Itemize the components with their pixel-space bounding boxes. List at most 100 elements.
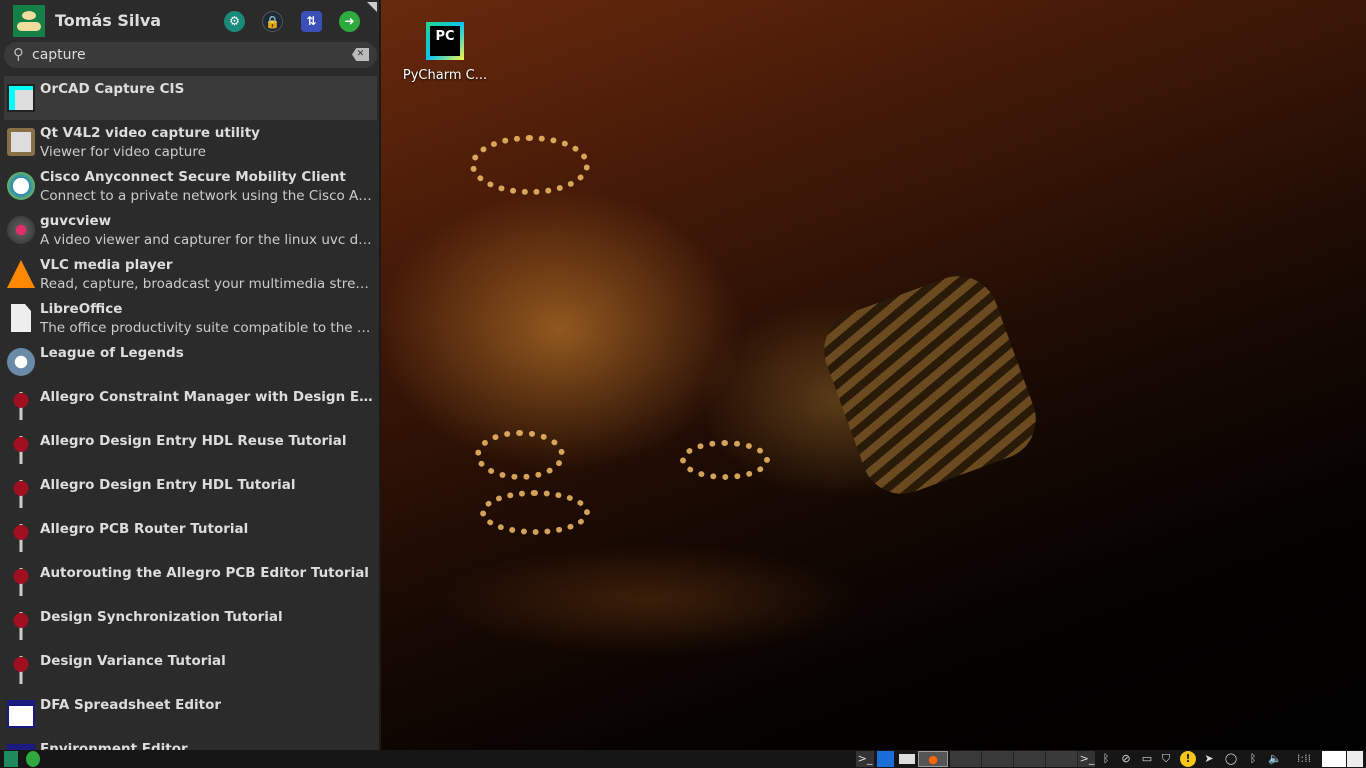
wine-icon <box>7 656 35 684</box>
wine-icon <box>7 612 35 640</box>
shield-icon[interactable]: ⛉ <box>1159 751 1173 767</box>
result-description: Viewer for video capture <box>40 144 206 160</box>
search-input[interactable]: ⚲ capture ✕ <box>4 42 377 68</box>
display-icon[interactable]: ▭ <box>1140 751 1154 767</box>
search-result-item[interactable]: guvcview A video viewer and capturer for … <box>4 208 377 252</box>
search-result-item[interactable]: DFA Spreadsheet Editor <box>4 692 377 736</box>
result-title: OrCAD Capture CIS <box>40 81 185 97</box>
logout-button[interactable]: ➜ <box>339 11 360 32</box>
workspace-switcher[interactable] <box>950 751 1080 767</box>
document-icon <box>11 304 31 332</box>
result-title: guvcview <box>40 213 112 229</box>
settings-button[interactable]: ⚙ <box>224 11 245 32</box>
taskbar: >_ ● >_ ᛒ ⊘ ▭ ⛉ ! ➤ ◯ ᛒ 🔈 ⁞:⁞⁞ <box>0 750 1366 768</box>
search-result-item[interactable]: League of Legends <box>4 340 377 384</box>
result-description: The office productivity suite compatible… <box>40 320 375 336</box>
result-title: Allegro Design Entry HDL Tutorial <box>40 477 296 493</box>
search-result-item[interactable]: Environment Editor <box>4 736 377 750</box>
menu-header: Tomás Silva ⚙ 🔒 ⇅ ➜ <box>0 0 379 42</box>
start-menu-button[interactable] <box>4 751 18 767</box>
firefox-task[interactable]: ● <box>918 751 948 767</box>
result-title: League of Legends <box>40 345 184 361</box>
wallpaper-decoration <box>470 135 590 195</box>
result-description: A video viewer and capturer for the linu… <box>40 232 375 248</box>
result-title: Allegro Design Entry HDL Reuse Tutorial <box>40 433 347 449</box>
result-title: Autorouting the Allegro PCB Editor Tutor… <box>40 565 369 581</box>
qv4l2-icon <box>7 128 35 156</box>
file-manager-icon[interactable] <box>877 751 894 767</box>
result-title: Allegro Constraint Manager with Design E… <box>40 389 375 405</box>
search-result-item[interactable]: Allegro Design Entry HDL Reuse Tutorial <box>4 428 377 472</box>
clear-search-icon[interactable]: ✕ <box>352 48 369 61</box>
result-description: Read, capture, broadcast your multimedia… <box>40 276 375 292</box>
terminal-launcher[interactable]: >_ <box>856 751 874 767</box>
cisco-icon <box>7 172 35 200</box>
result-title: LibreOffice <box>40 301 123 317</box>
wallpaper-decoration <box>812 264 1048 506</box>
dfa-icon <box>7 700 35 728</box>
user-name: Tomás Silva <box>55 11 162 30</box>
wine-icon <box>7 568 35 596</box>
logout-launcher-icon[interactable] <box>26 751 40 767</box>
logout-icon: ➜ <box>344 14 355 28</box>
mail-icon[interactable] <box>899 754 915 764</box>
search-result-item[interactable]: Qt V4L2 video capture utility Viewer for … <box>4 120 377 164</box>
show-desktop-button[interactable] <box>1347 751 1363 767</box>
wrench-icon: ⚙ <box>229 14 240 28</box>
bluetooth-icon[interactable]: ᛒ <box>1247 751 1259 767</box>
vlc-icon <box>7 260 35 288</box>
search-result-item[interactable]: Allegro Design Entry HDL Tutorial <box>4 472 377 516</box>
result-title: VLC media player <box>40 257 173 273</box>
avatar[interactable] <box>13 5 45 37</box>
orcad-icon <box>7 84 35 112</box>
firefox-icon: ● <box>928 753 938 766</box>
pycharm-icon: PC <box>426 22 464 60</box>
result-title: Cisco Anyconnect Secure Mobility Client <box>40 169 346 185</box>
search-result-item[interactable]: Cisco Anyconnect Secure Mobility Client C… <box>4 164 377 208</box>
desktop-icon-pycharm[interactable]: PC PyCharm C... <box>400 22 490 83</box>
swap-arrows-icon: ⇅ <box>306 14 317 28</box>
wine-icon <box>7 480 35 508</box>
wallpaper-decoration <box>480 490 590 535</box>
resize-corner[interactable] <box>367 2 377 12</box>
result-title: Design Variance Tutorial <box>40 653 226 669</box>
lock-button[interactable]: 🔒 <box>262 11 283 32</box>
search-result-item[interactable]: VLC media player Read, capture, broadcast… <box>4 252 377 296</box>
wine-icon <box>7 436 35 464</box>
volume-icon[interactable]: 🔈 <box>1267 751 1283 767</box>
result-title: Environment Editor <box>40 741 188 750</box>
search-result-item[interactable]: Autorouting the Allegro PCB Editor Tutor… <box>4 560 377 604</box>
guvcview-icon <box>7 216 35 244</box>
search-result-item[interactable]: OrCAD Capture CIS <box>4 76 377 120</box>
desktop-icon-label: PyCharm C... <box>402 68 488 83</box>
whatsapp-icon[interactable]: ◯ <box>1223 751 1239 767</box>
switch-user-button[interactable]: ⇅ <box>301 11 322 32</box>
result-title: Design Synchronization Tutorial <box>40 609 283 625</box>
search-results: OrCAD Capture CIS Qt V4L2 video capture u… <box>4 76 377 750</box>
wallpaper-decoration <box>475 430 565 480</box>
wine-icon <box>7 524 35 552</box>
search-result-item[interactable]: Design Synchronization Tutorial <box>4 604 377 648</box>
result-title: Qt V4L2 video capture utility <box>40 125 260 141</box>
bluetooth-icon[interactable]: ᛒ <box>1100 751 1112 767</box>
clock[interactable]: ⁞:⁞⁞ <box>1290 751 1318 767</box>
search-result-item[interactable]: Design Variance Tutorial <box>4 648 377 692</box>
app-menu: Tomás Silva ⚙ 🔒 ⇅ ➜ ⚲ capture ✕ OrCAD Ca… <box>0 0 381 750</box>
lock-icon: 🔒 <box>265 15 280 29</box>
search-value: capture <box>32 47 86 63</box>
search-result-item[interactable]: Allegro Constraint Manager with Design E… <box>4 384 377 428</box>
result-description: Connect to a private network using the C… <box>40 188 375 204</box>
search-icon: ⚲ <box>13 45 24 63</box>
workspace-preview[interactable] <box>1322 751 1346 767</box>
search-result-item[interactable]: LibreOffice The office productivity suite… <box>4 296 377 340</box>
wine-icon <box>7 392 35 420</box>
wallpaper-decoration <box>680 440 770 480</box>
tray-terminal[interactable]: >_ <box>1079 751 1095 767</box>
result-title: DFA Spreadsheet Editor <box>40 697 222 713</box>
warning-icon[interactable]: ! <box>1180 751 1196 767</box>
blocked-icon[interactable]: ⊘ <box>1119 751 1133 767</box>
result-title: Allegro PCB Router Tutorial <box>40 521 249 537</box>
telegram-icon[interactable]: ➤ <box>1201 751 1217 767</box>
gear-icon <box>7 348 35 376</box>
search-result-item[interactable]: Allegro PCB Router Tutorial <box>4 516 377 560</box>
